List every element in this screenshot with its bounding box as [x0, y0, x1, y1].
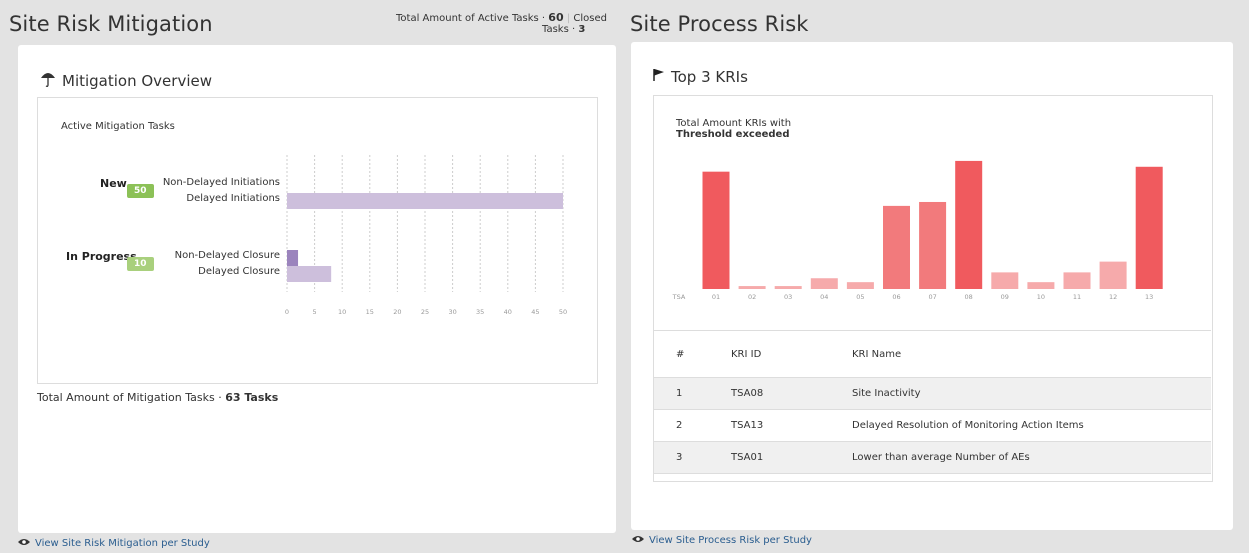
separator: ·: [218, 391, 222, 404]
x-tick-label: 35: [476, 308, 484, 316]
x-tick-label: 5: [313, 308, 317, 316]
category-label: Delayed Initiations: [186, 193, 280, 204]
separator: ·: [571, 24, 576, 35]
x-axis-prefix: TSA: [672, 293, 686, 301]
bar: [702, 171, 730, 289]
divider: |: [566, 13, 571, 24]
bar: [919, 201, 947, 289]
total-tasks-value: 63 Tasks: [225, 391, 279, 404]
x-tick-label: 04: [820, 293, 828, 301]
cell-kri-id: TSA08: [701, 377, 832, 410]
table-header-row: # KRI ID KRI Name: [654, 331, 1211, 378]
view-link-label: View Site Process Risk per Study: [649, 535, 812, 546]
x-tick-label: 01: [712, 293, 720, 301]
mitigation-overview-heading: Mitigation Overview: [40, 70, 212, 92]
bar: [883, 205, 910, 289]
top-kris-heading: Top 3 KRIs: [653, 68, 748, 86]
x-tick-label: 12: [1109, 293, 1117, 301]
eye-icon: [18, 538, 30, 549]
view-link-label: View Site Risk Mitigation per Study: [35, 538, 210, 549]
bar: [955, 160, 983, 289]
top-kris-label: Top 3 KRIs: [671, 68, 748, 86]
col-header-kri-id: KRI ID: [701, 331, 832, 378]
bar: [774, 286, 802, 289]
category-label: Non-Delayed Initiations: [162, 177, 280, 188]
x-tick-label: 09: [1001, 293, 1009, 301]
x-tick-label: 20: [393, 308, 401, 316]
cell-kri-name: Delayed Resolution of Monitoring Action …: [832, 409, 1211, 442]
x-tick-label: 11: [1073, 293, 1081, 301]
cell-kri-id: TSA01: [701, 441, 832, 474]
kri-table: # KRI ID KRI Name 1 TSA08 Site Inactivit…: [654, 331, 1211, 474]
x-tick-label: 40: [504, 308, 512, 316]
total-mitigation-tasks: Total Amount of Mitigation Tasks · 63 Ta…: [37, 391, 278, 404]
cell-kri-name: Lower than average Number of AEs: [832, 441, 1211, 474]
umbrella-icon: [40, 70, 56, 92]
mitigation-overview-label: Mitigation Overview: [62, 72, 212, 90]
kri-chart-title: Total Amount KRIs with Threshold exceede…: [676, 118, 791, 140]
cell-rank: 1: [654, 377, 701, 410]
cell-kri-id: TSA13: [701, 409, 832, 442]
total-tasks-label: Total Amount of Mitigation Tasks: [37, 391, 215, 404]
mitigation-bar-chart: 0 5 10 15 20 25 30 35 40 45 50: [285, 155, 567, 316]
active-tasks-label: Total Amount of Active Tasks: [396, 13, 539, 24]
chart-title: Active Mitigation Tasks: [61, 121, 175, 132]
x-tick-label: 13: [1145, 293, 1153, 301]
x-tick-label: 05: [856, 293, 864, 301]
site-process-risk-title: Site Process Risk: [630, 12, 809, 36]
category-label: Non-Delayed Closure: [174, 250, 280, 261]
view-site-risk-mitigation-link[interactable]: View Site Risk Mitigation per Study: [18, 538, 210, 549]
bar: [287, 266, 332, 282]
col-header-kri-name: KRI Name: [832, 331, 1211, 378]
closed-tasks-count: 3: [578, 24, 586, 35]
group-label-new: New: [100, 177, 127, 190]
view-site-process-risk-link[interactable]: View Site Process Risk per Study: [632, 535, 812, 546]
flag-icon: [653, 68, 665, 86]
kri-bar-chart: TSA 01 02 03 04 05 06 07 08 09 10 11 12 13: [672, 160, 1163, 301]
kri-chart-title-line2: Threshold exceeded: [676, 129, 790, 140]
table-row[interactable]: 1 TSA08 Site Inactivity: [654, 377, 1211, 410]
closed-label-2: Tasks: [542, 24, 569, 35]
bar: [1063, 272, 1091, 289]
eye-icon: [632, 535, 644, 546]
bar: [738, 286, 766, 289]
bar: [287, 193, 563, 209]
bar: [1027, 282, 1055, 289]
separator: ·: [541, 13, 546, 24]
x-tick-label: 10: [338, 308, 346, 316]
site-risk-mitigation-title: Site Risk Mitigation: [9, 12, 213, 36]
x-tick-label: 06: [892, 293, 900, 301]
x-tick-label: 45: [531, 308, 539, 316]
bar: [991, 272, 1019, 289]
x-tick-label: 10: [1037, 293, 1045, 301]
x-tick-label: 08: [965, 293, 973, 301]
kri-table-wrap: # KRI ID KRI Name 1 TSA08 Site Inactivit…: [654, 330, 1211, 474]
cell-rank: 3: [654, 441, 701, 474]
bar: [846, 282, 874, 289]
x-tick-label: 0: [285, 308, 289, 316]
cell-kri-name: Site Inactivity: [832, 377, 1211, 410]
bar: [1135, 166, 1163, 289]
x-tick-label: 50: [559, 308, 567, 316]
bar: [1099, 261, 1127, 289]
table-row[interactable]: 3 TSA01 Lower than average Number of AEs: [654, 441, 1211, 474]
table-row[interactable]: 2 TSA13 Delayed Resolution of Monitoring…: [654, 409, 1211, 442]
x-tick-label: 30: [448, 308, 456, 316]
kri-chart-title-line1: Total Amount KRIs with: [676, 118, 792, 129]
x-tick-label: 07: [928, 293, 936, 301]
active-tasks-count: 60: [548, 11, 564, 24]
bar: [810, 278, 838, 289]
active-tasks-summary: Total Amount of Active Tasks · 60 | Clos…: [396, 12, 622, 35]
x-tick-label: 15: [366, 308, 374, 316]
x-tick-label: 25: [421, 308, 429, 316]
cell-rank: 2: [654, 409, 701, 442]
bar: [287, 250, 299, 266]
col-header-rank: #: [654, 331, 701, 378]
x-tick-label: 03: [784, 293, 792, 301]
closed-label-1: Closed: [573, 13, 607, 24]
category-label: Delayed Closure: [198, 266, 280, 277]
x-tick-label: 02: [748, 293, 756, 301]
